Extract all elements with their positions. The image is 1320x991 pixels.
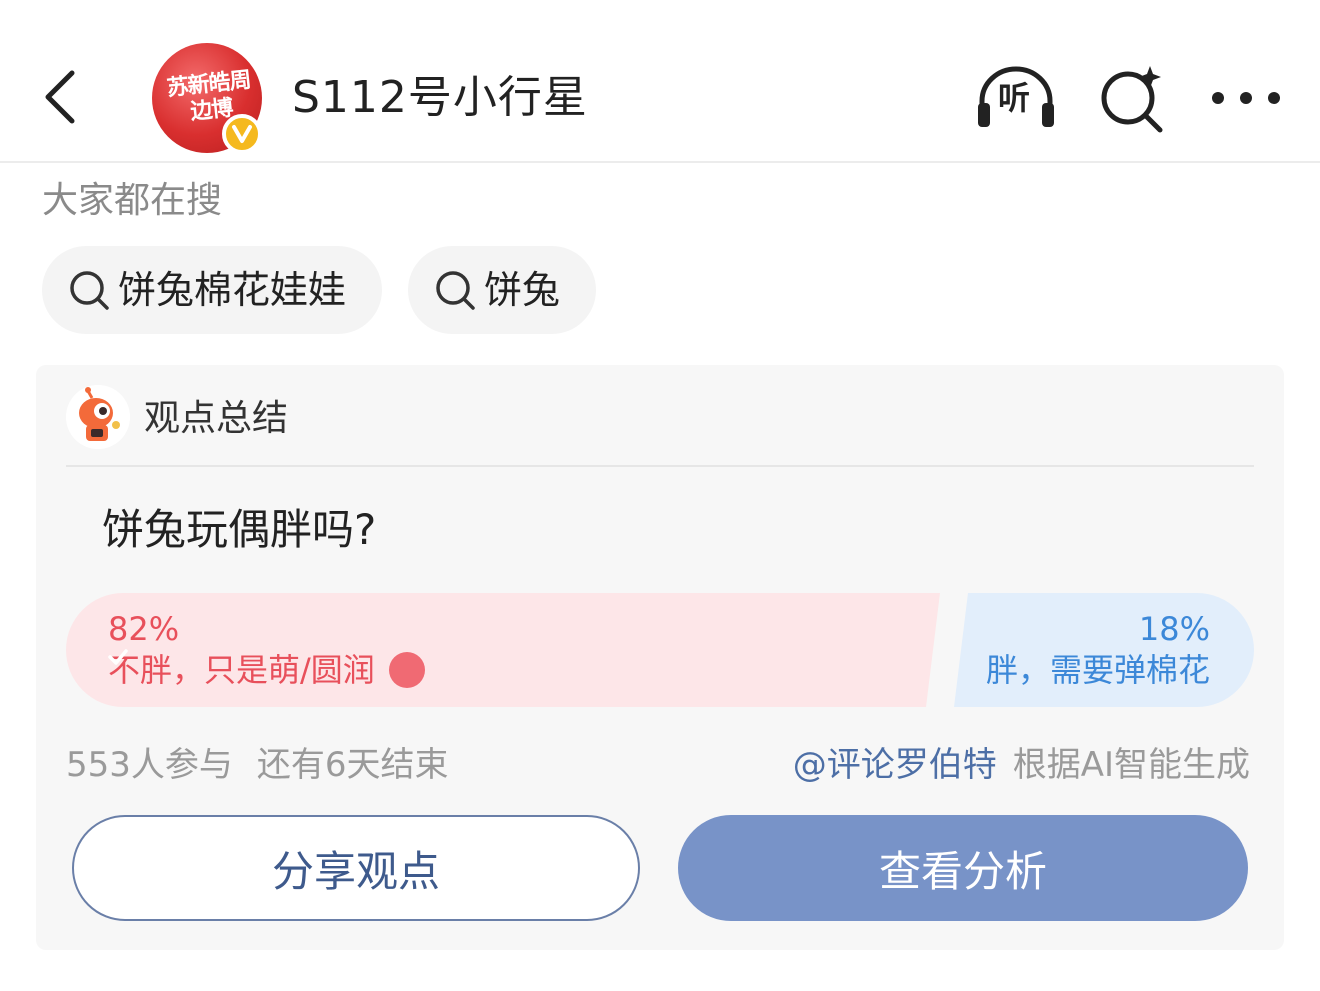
search-button[interactable] [1090,60,1174,136]
share-opinion-button[interactable]: 分享观点 [72,815,640,921]
page-title[interactable]: S112号小行星 [292,70,588,126]
poll-option-percent: 82% [108,610,180,648]
chevron-left-icon [45,70,75,124]
time-remaining: 还有6天结束 [256,745,449,785]
opinion-summary-card: 观点总结 饼兔玩偶胖吗? 82% 不胖，只是萌/圆润 18% 胖，需要弹棉花 5… [36,365,1284,950]
back-button[interactable] [30,62,90,132]
card-title: 观点总结 [144,398,289,439]
more-button[interactable] [1204,60,1288,136]
listen-button[interactable]: 听 [974,60,1058,136]
trending-chips: 饼兔棉花娃娃 饼兔 [42,246,597,334]
search-chip[interactable]: 饼兔 [408,246,597,334]
poll-meta: 553人参与 还有6天结束 [66,743,449,787]
trending-searches-label: 大家都在搜 [42,180,223,221]
search-chip-label: 饼兔 [484,268,561,312]
card-header: 观点总结 [66,383,1254,467]
poll-option-fat[interactable]: 18% 胖，需要弹棉花 [954,593,1254,707]
check-icon [108,649,425,688]
robot-avatar-icon [66,385,130,449]
search-chip[interactable]: 饼兔棉花娃娃 [42,246,383,334]
poll-option-label: 不胖，只是萌/圆润 [108,649,425,691]
poll-question: 饼兔玩偶胖吗? [102,505,377,554]
more-dots-icon [1212,92,1280,104]
ai-attribution: @评论罗伯特 根据AI智能生成 [793,743,1250,787]
search-icon [434,269,476,311]
mention-link[interactable]: @评论罗伯特 [793,745,997,785]
ai-generated-note: 根据AI智能生成 [1012,745,1250,785]
search-icon [68,269,110,311]
search-sparkle-icon [1101,66,1163,133]
poll-option-text: 不胖，只是萌/圆润 [108,651,375,689]
poll-results-bar: 82% 不胖，只是萌/圆润 18% 胖，需要弹棉花 [66,593,1254,707]
poll-option-label: 胖，需要弹棉花 [985,651,1210,689]
view-analysis-button[interactable]: 查看分析 [678,815,1248,921]
listen-label: 听 [998,79,1031,117]
poll-option-not-fat[interactable]: 82% 不胖，只是萌/圆润 [66,593,940,707]
poll-option-percent: 18% [1138,610,1210,648]
search-chip-label: 饼兔棉花娃娃 [118,268,347,312]
verified-badge-icon [222,114,262,154]
participant-count: 553人参与 [66,745,233,785]
top-nav-bar: 苏新皓周边博 S112号小行星 听 [0,0,1320,163]
